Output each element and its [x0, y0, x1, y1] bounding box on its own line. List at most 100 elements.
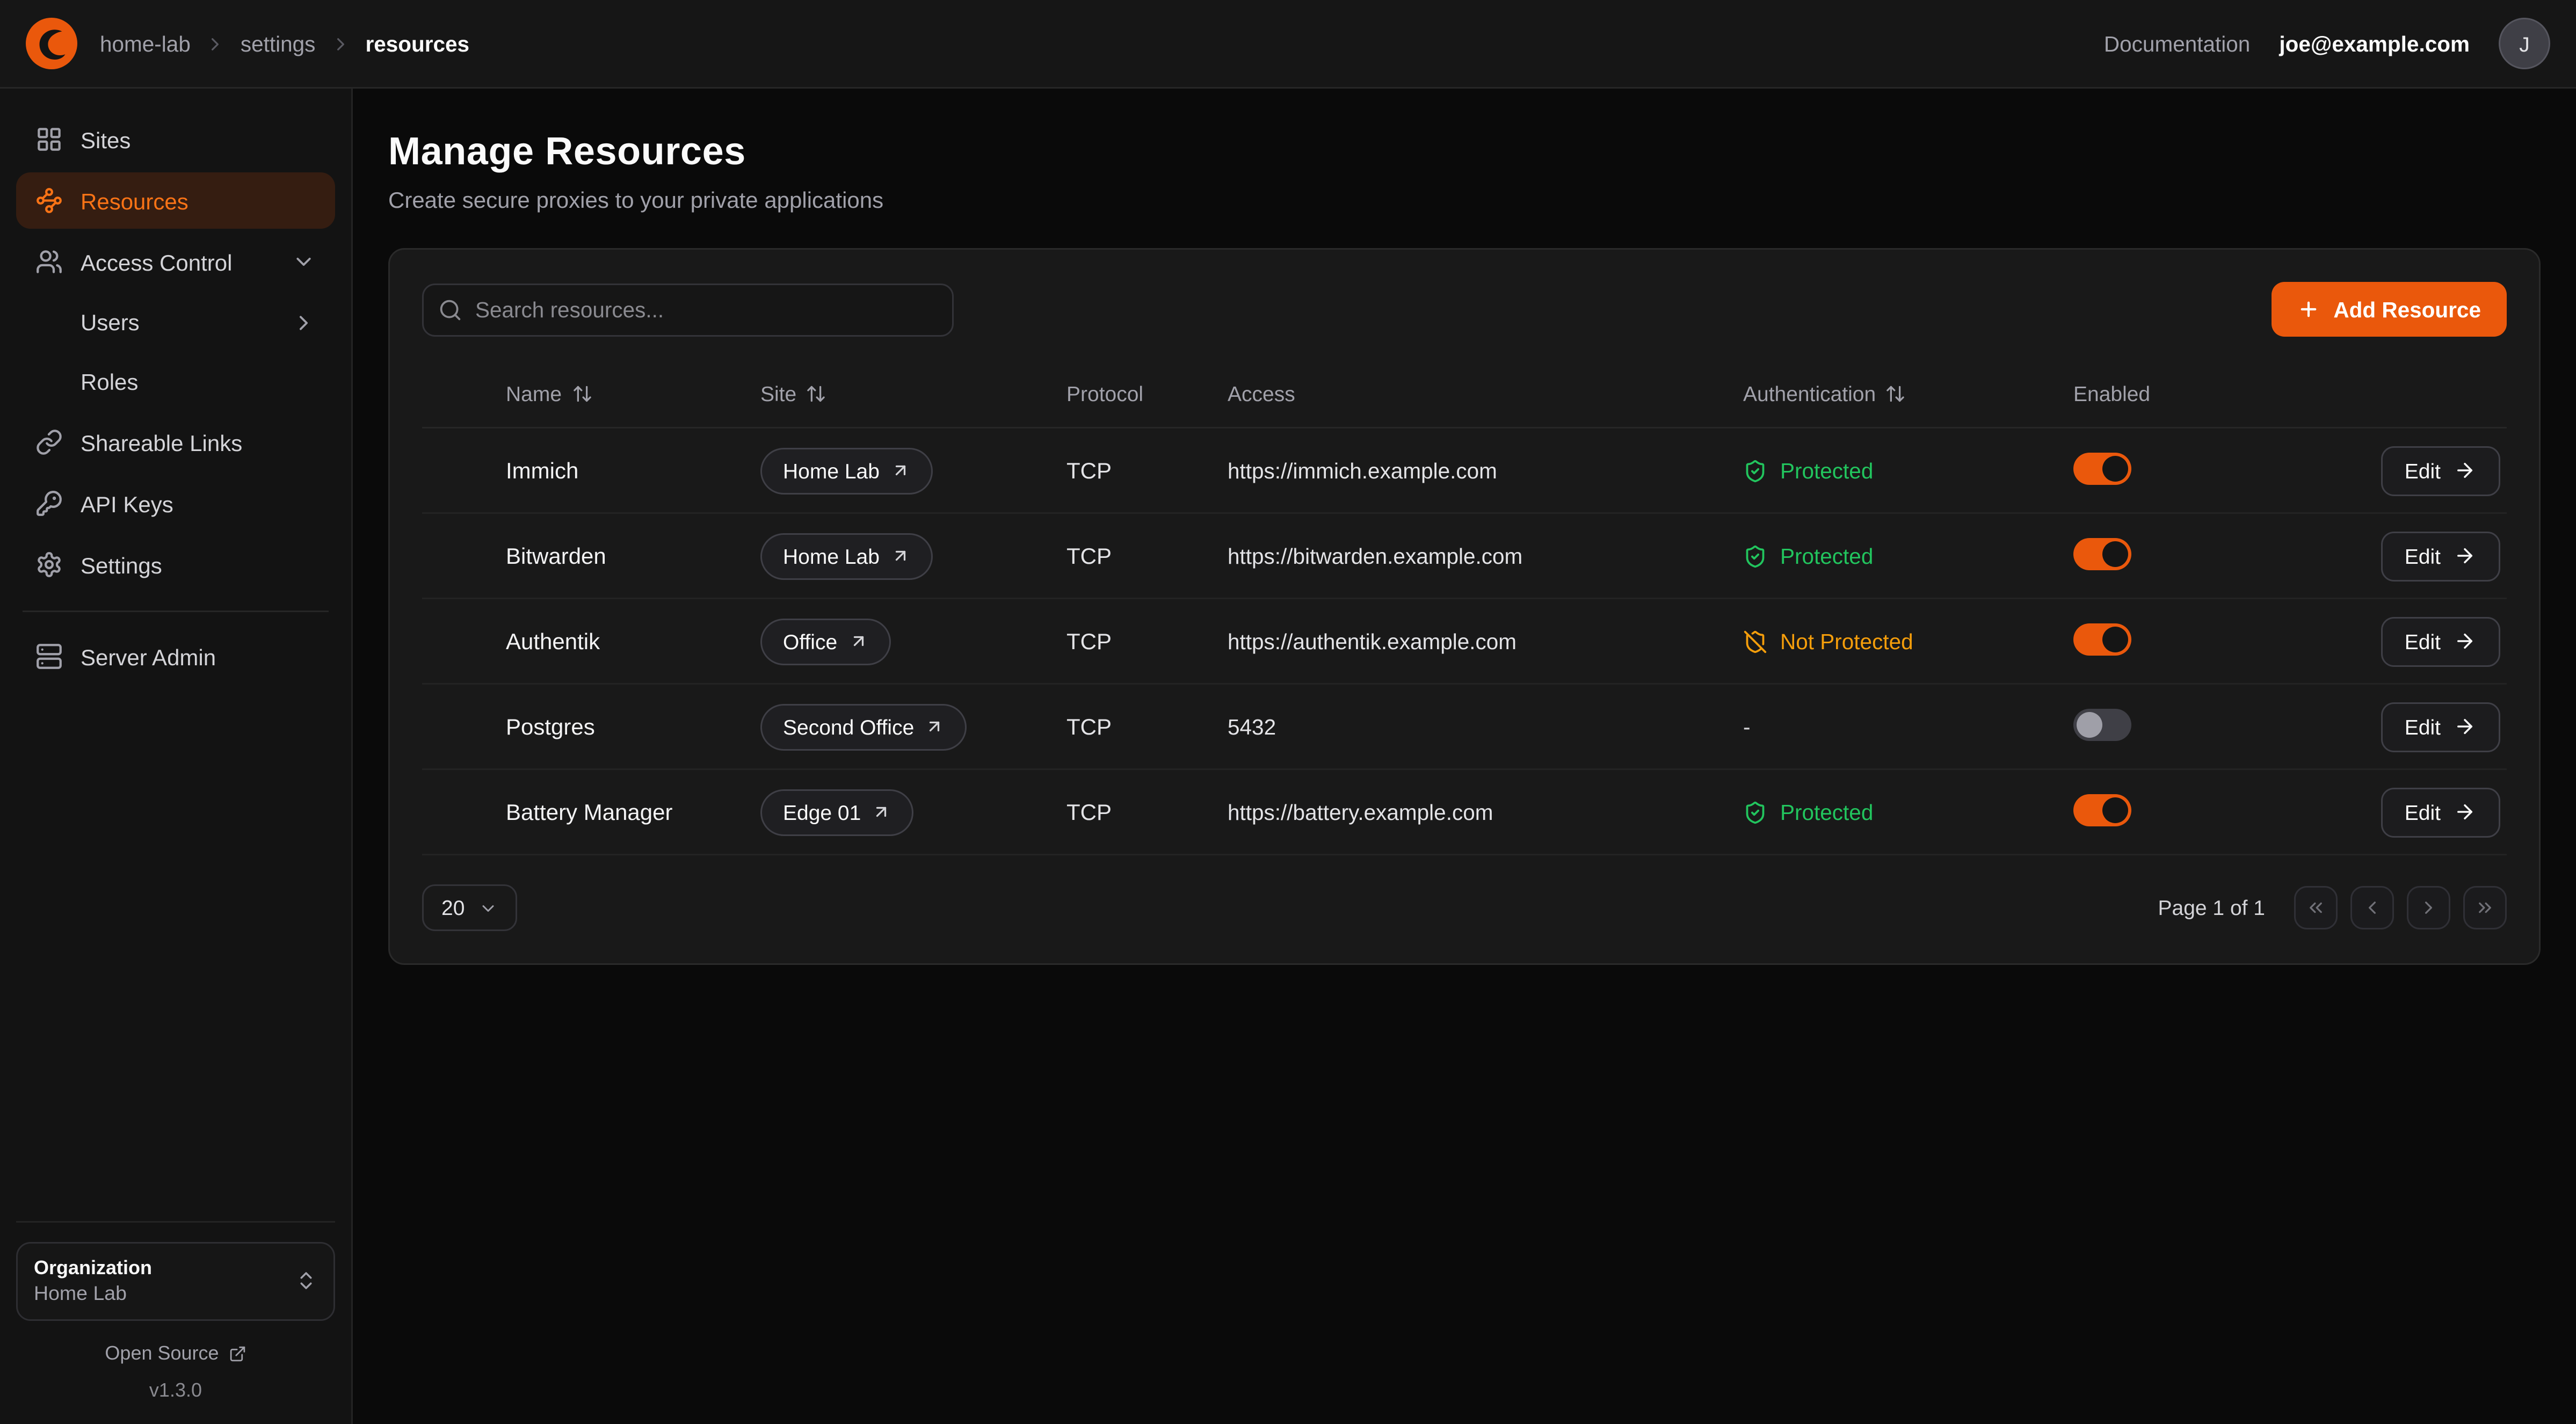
table-row: Battery Manager Edge 01 TCP https://batt… [422, 770, 2507, 855]
sidebar-item-roles[interactable]: Roles [16, 354, 335, 409]
topbar-right: Documentation joe@example.com J [2104, 18, 2550, 69]
pager-controls: Page 1 of 1 [2158, 886, 2507, 929]
organization-selector[interactable]: Organization Home Lab [16, 1242, 335, 1321]
sidebar-item-shareable-links[interactable]: Shareable Links [16, 414, 335, 470]
sidebar-item-api-keys[interactable]: API Keys [16, 475, 335, 532]
open-source-link[interactable]: Open Source [16, 1342, 335, 1364]
page-title: Manage Resources [388, 130, 2541, 176]
link-icon [35, 428, 63, 456]
search-input[interactable] [422, 283, 954, 336]
breadcrumb-org[interactable]: home-lab [100, 32, 191, 56]
table-row: Bitwarden Home Lab TCP https://bitwarden… [422, 514, 2507, 599]
sidebar-item-server-admin[interactable]: Server Admin [16, 628, 335, 685]
edit-button[interactable]: Edit [2381, 787, 2500, 837]
access-url: https://bitwarden.example.com [1228, 544, 1522, 568]
edit-button[interactable]: Edit [2381, 702, 2500, 752]
chevrons-up-down-icon [295, 1270, 317, 1292]
protocol: TCP [1066, 799, 1228, 825]
enabled-toggle[interactable] [2073, 537, 2131, 570]
access-url: https://immich.example.com [1228, 459, 1497, 483]
breadcrumb-settings[interactable]: settings [241, 32, 316, 56]
page-size-value: 20 [441, 896, 465, 920]
site-link[interactable]: Home Lab [760, 533, 933, 579]
breadcrumb-current: resources [365, 32, 469, 56]
sidebar: Sites Resources Access Control User [0, 89, 353, 1424]
protocol: TCP [1066, 457, 1228, 483]
sites-grid-icon [35, 126, 63, 153]
sort-icon [806, 383, 827, 404]
arrow-right-icon [2454, 715, 2476, 738]
resource-name: Immich [506, 457, 760, 483]
auth-status: Not Protected [1743, 629, 2073, 653]
header-authentication[interactable]: Authentication [1743, 381, 2073, 405]
user-email[interactable]: joe@example.com [2279, 32, 2470, 56]
shield-check-icon [1743, 800, 1767, 824]
breadcrumb-separator-icon [330, 33, 351, 54]
chevrons-right-icon [2475, 897, 2495, 918]
users-icon [35, 248, 63, 275]
auth-label: Protected [1780, 544, 1873, 568]
search-container [422, 283, 954, 336]
arrow-right-icon [2454, 544, 2476, 567]
chevrons-left-icon [2305, 897, 2326, 918]
avatar[interactable]: J [2499, 18, 2550, 69]
site-link[interactable]: Home Lab [760, 447, 933, 494]
enabled-toggle[interactable] [2073, 452, 2131, 484]
enabled-toggle[interactable] [2073, 623, 2131, 655]
arrow-up-right-icon [891, 461, 910, 480]
arrow-up-right-icon [925, 717, 945, 736]
sidebar-item-label: Server Admin [81, 644, 216, 670]
shield-check-icon [1743, 544, 1767, 568]
edit-button[interactable]: Edit [2381, 531, 2500, 581]
chevron-down-icon [479, 898, 498, 918]
site-link[interactable]: Office [760, 618, 890, 665]
header-name[interactable]: Name [506, 381, 760, 405]
external-link-icon [229, 1345, 246, 1362]
pangolin-logo-icon[interactable] [26, 18, 77, 69]
sort-icon [1885, 383, 1906, 404]
edit-button[interactable]: Edit [2381, 616, 2500, 666]
table-row: Authentik Office TCP https://authentik.e… [422, 599, 2507, 685]
sidebar-item-users[interactable]: Users [16, 295, 335, 350]
previous-page-button[interactable] [2350, 886, 2394, 929]
gear-icon [35, 551, 63, 578]
edit-button[interactable]: Edit [2381, 446, 2500, 496]
sidebar-item-label: Sites [81, 127, 130, 152]
enabled-toggle[interactable] [2073, 708, 2131, 740]
page-size-select[interactable]: 20 [422, 884, 518, 931]
first-page-button[interactable] [2294, 886, 2338, 929]
key-icon [35, 490, 63, 517]
resources-card: Add Resource Name Site [388, 248, 2541, 965]
sidebar-item-sites[interactable]: Sites [16, 111, 335, 168]
next-page-button[interactable] [2407, 886, 2450, 929]
sidebar-item-access-control[interactable]: Access Control [16, 234, 335, 290]
resource-name: Bitwarden [506, 543, 760, 569]
header-enabled: Enabled [2073, 381, 2299, 405]
plus-icon [2298, 298, 2320, 321]
table-toolbar: Add Resource [422, 282, 2507, 337]
header-access: Access [1228, 381, 1743, 405]
access-url: https://authentik.example.com [1228, 629, 1516, 653]
enabled-toggle[interactable] [2073, 794, 2131, 826]
auth-label: Protected [1780, 459, 1873, 483]
chevron-right-icon [292, 310, 316, 335]
header-site[interactable]: Site [760, 381, 1066, 405]
auth-status: Protected [1743, 800, 2073, 824]
documentation-link[interactable]: Documentation [2104, 32, 2250, 56]
open-source-label: Open Source [105, 1342, 219, 1364]
organization-value: Home Lab [34, 1281, 152, 1308]
arrow-up-right-icon [891, 546, 910, 565]
breadcrumb-separator-icon [205, 33, 226, 54]
add-resource-button[interactable]: Add Resource [2272, 282, 2507, 337]
page-indicator: Page 1 of 1 [2158, 896, 2266, 920]
search-icon [438, 297, 462, 322]
access-url: 5432 [1228, 715, 1276, 739]
protocol: TCP [1066, 628, 1228, 654]
site-link[interactable]: Second Office [760, 703, 967, 750]
site-link[interactable]: Edge 01 [760, 789, 914, 835]
sidebar-item-settings[interactable]: Settings [16, 536, 335, 593]
sidebar-item-label: Roles [81, 369, 138, 395]
sidebar-item-resources[interactable]: Resources [16, 172, 335, 229]
shield-off-icon [1743, 629, 1767, 653]
last-page-button[interactable] [2463, 886, 2507, 929]
